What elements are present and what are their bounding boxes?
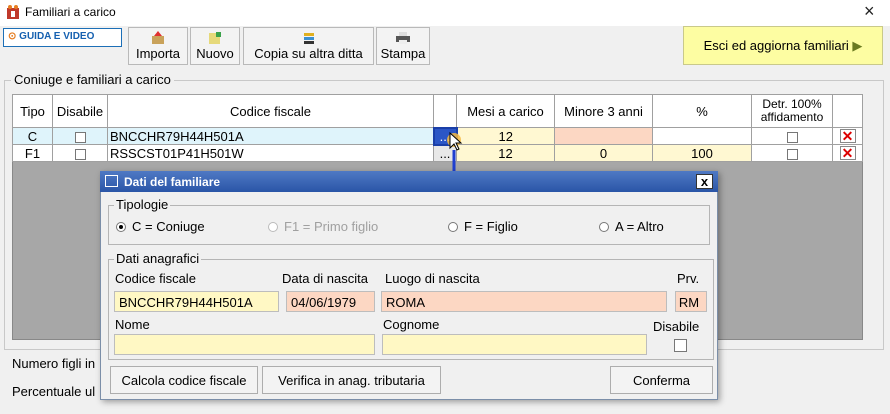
guida-e-video-button[interactable]: ⊙ GUIDA E VIDEO [3, 28, 122, 47]
detr-checkbox[interactable] [786, 148, 798, 160]
cell-tipo[interactable]: F1 [12, 144, 53, 162]
guida-icon: ⊙ [8, 31, 17, 42]
radio-altro-dot[interactable] [599, 222, 609, 232]
col-detr: Detr. 100% affidamento [751, 94, 833, 128]
dialog-title-bar: Dati del familiare x [100, 171, 718, 192]
copy-icon [303, 33, 314, 44]
cell-minore[interactable] [554, 127, 653, 145]
cell-cf[interactable]: BNCCHR79H44H501A [107, 127, 434, 145]
col-codice-fiscale: Codice fiscale [107, 94, 434, 128]
window-close-button[interactable]: × [864, 1, 875, 22]
radio-primo-figlio[interactable]: F1 = Primo figlio [268, 219, 378, 234]
numero-figli-label: Numero figli in [12, 356, 96, 371]
nuovo-label: Nuovo [196, 46, 234, 61]
radio-primo-figlio-label: F1 = Primo figlio [284, 219, 379, 234]
radio-coniuge-dot[interactable] [116, 222, 126, 232]
guida-label: GUIDA E VIDEO [19, 31, 95, 42]
nascita-label: Data di nascita [282, 271, 368, 286]
col-tipo: Tipo [12, 94, 53, 128]
importa-button[interactable]: Importa [128, 27, 188, 65]
calcola-cf-button[interactable]: Calcola codice fiscale [110, 366, 258, 394]
radio-primo-figlio-dot[interactable] [268, 222, 278, 232]
cell-disabile[interactable] [52, 144, 108, 162]
radio-figlio[interactable]: F = Figlio [448, 219, 518, 234]
table-row[interactable]: C BNCCHR79H44H501A ... 12 ✕ [12, 126, 863, 146]
col-disabile: Disabile [52, 94, 108, 128]
prv-field[interactable]: RM [675, 291, 707, 312]
familiari-group-label: Coniuge e familiari a carico [11, 72, 174, 87]
cell-delete[interactable]: ✕ [832, 144, 863, 162]
radio-altro[interactable]: A = Altro [599, 219, 664, 234]
importa-label: Importa [135, 46, 181, 61]
nome-label: Nome [115, 317, 150, 332]
disabile-checkbox[interactable] [74, 131, 86, 143]
col-delete [832, 94, 863, 128]
radio-coniuge-label: C = Coniuge [132, 219, 205, 234]
exit-door-icon: ▶ [852, 38, 863, 53]
esci-label: Esci ed aggiorna familiari [703, 38, 849, 53]
luogo-field[interactable]: ROMA [381, 291, 667, 312]
cognome-label: Cognome [383, 317, 440, 332]
radio-figlio-dot[interactable] [448, 222, 458, 232]
cell-minore[interactable]: 0 [554, 144, 653, 162]
anagrafici-label: Dati anagrafici [114, 251, 202, 266]
dialog-close-button[interactable]: x [696, 174, 713, 189]
conferma-button[interactable]: Conferma [610, 366, 713, 394]
nome-field[interactable] [114, 334, 375, 355]
delete-row-icon[interactable]: ✕ [839, 145, 856, 160]
disabile-label: Disabile [653, 319, 700, 334]
cell-delete[interactable]: ✕ [832, 127, 863, 145]
col-mesi: Mesi a carico [456, 94, 555, 128]
printer-icon [396, 32, 410, 44]
verifica-button[interactable]: Verifica in anag. tributaria [262, 366, 441, 394]
app-icon [7, 5, 19, 19]
tipologie-label: Tipologie [114, 197, 171, 212]
disabile-dialog-checkbox[interactable] [674, 339, 687, 352]
cf-field[interactable]: BNCCHR79H44H501A [114, 291, 279, 312]
nascita-field[interactable]: 04/06/1979 [286, 291, 375, 312]
cognome-field[interactable] [382, 334, 647, 355]
cf-label: Codice fiscale [115, 271, 196, 286]
copia-button[interactable]: Copia su altra ditta [243, 27, 374, 65]
new-icon [209, 32, 221, 44]
col-percent: % [652, 94, 752, 128]
cell-percent[interactable] [652, 127, 752, 145]
luogo-label: Luogo di nascita [385, 271, 480, 286]
radio-figlio-label: F = Figlio [464, 219, 518, 234]
copia-label: Copia su altra ditta [254, 46, 363, 61]
disabile-checkbox[interactable] [74, 148, 86, 160]
cell-detr[interactable] [751, 127, 833, 145]
radio-coniuge[interactable]: C = Coniuge [116, 219, 205, 234]
stampa-button[interactable]: Stampa [376, 27, 430, 65]
cell-percent[interactable]: 100 [652, 144, 752, 162]
col-minore: Minore 3 anni [554, 94, 653, 128]
cell-mesi[interactable]: 12 [456, 144, 555, 162]
col-ellipsis [433, 94, 457, 128]
cell-mesi[interactable]: 12 [456, 127, 555, 145]
radio-altro-label: A = Altro [615, 219, 664, 234]
table-header-row: Tipo Disabile Codice fiscale Mesi a cari… [12, 94, 863, 128]
stampa-label: Stampa [380, 46, 426, 61]
nuovo-button[interactable]: Nuovo [190, 27, 240, 65]
dialog-grid-icon [105, 175, 118, 187]
table-row[interactable]: F1 RSSCST01P41H501W ... 12 0 100 ✕ [12, 144, 863, 162]
familiari-table: Tipo Disabile Codice fiscale Mesi a cari… [12, 94, 863, 162]
cell-tipo[interactable]: C [12, 127, 53, 145]
window-title: Familiari a carico [25, 5, 116, 19]
esci-aggiorna-button[interactable]: Esci ed aggiorna familiari ▶ [683, 26, 883, 65]
title-bar [0, 0, 890, 26]
delete-row-icon[interactable]: ✕ [839, 128, 856, 143]
percentuale-label: Percentuale ul [12, 384, 96, 399]
dialog-title: Dati del familiare [124, 175, 221, 189]
cell-disabile[interactable] [52, 127, 108, 145]
cell-cf[interactable]: RSSCST01P41H501W [107, 144, 434, 162]
import-icon [152, 31, 164, 44]
prv-label: Prv. [677, 271, 700, 286]
detr-checkbox[interactable] [786, 131, 798, 143]
cell-detr[interactable] [751, 144, 833, 162]
